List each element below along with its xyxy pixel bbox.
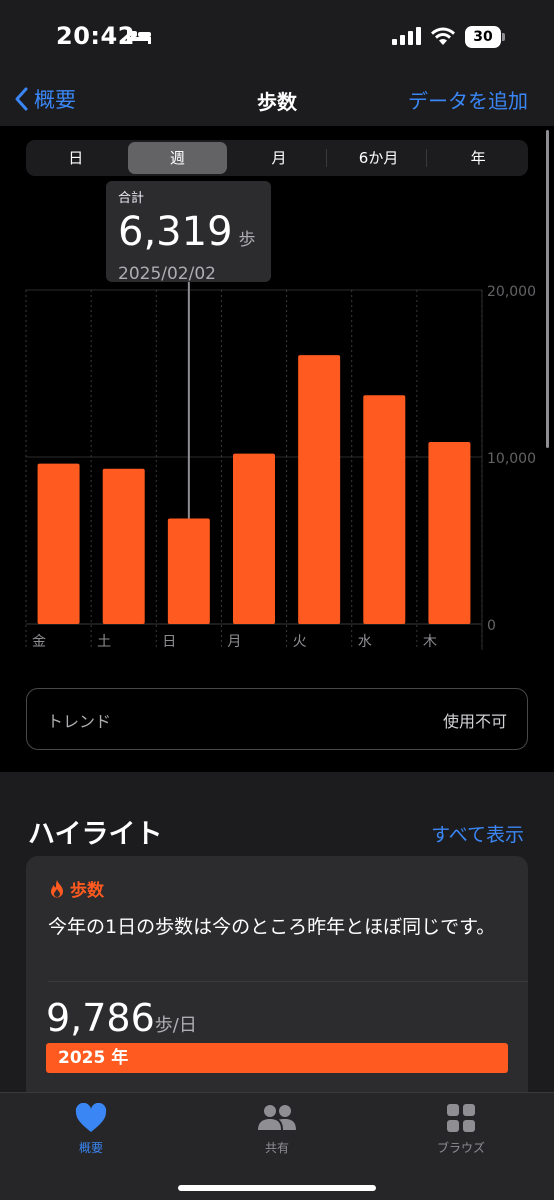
callout-unit: 歩 xyxy=(238,230,256,250)
grid-icon xyxy=(447,1104,475,1132)
segment-6-months[interactable]: 6か月 xyxy=(329,140,429,176)
tab-summary-label: 概要 xyxy=(78,1141,103,1155)
segment-year[interactable]: 年 xyxy=(428,140,528,176)
tab-sharing-label: 共有 xyxy=(264,1141,289,1155)
people-icon xyxy=(258,1105,296,1130)
tab-browse[interactable]: ブラウズ xyxy=(401,1103,521,1156)
add-data-button[interactable]: データを追加 xyxy=(408,85,528,114)
navigation-bar: 概要 歩数 データを追加 xyxy=(0,78,554,126)
card-stat-value: 9,786 xyxy=(46,996,155,1040)
x-tick-label: 火 xyxy=(293,634,307,650)
tab-sharing[interactable]: 共有 xyxy=(217,1103,337,1156)
bar-4 xyxy=(298,355,341,624)
trend-row[interactable]: トレンド 使用不可 xyxy=(26,688,528,750)
card-description: 今年の1日の歩数は今のところ昨年とほぼ同じです。 xyxy=(48,916,496,938)
bar-3 xyxy=(233,453,275,624)
flame-icon xyxy=(51,879,63,897)
year-bar: 2025 年 xyxy=(46,1043,508,1073)
card-stat: 9,786歩/日 xyxy=(46,996,197,1040)
card-divider xyxy=(48,981,528,982)
battery-level: 30 xyxy=(465,26,501,48)
battery-tip xyxy=(502,33,505,41)
card-category-label: 歩数 xyxy=(70,881,104,901)
x-tick-label: 月 xyxy=(227,634,241,650)
x-tick-label: 水 xyxy=(358,634,372,650)
highlight-card[interactable]: 歩数 今年の1日の歩数は今のところ昨年とほぼ同じです。 9,786歩/日 202… xyxy=(26,856,528,1116)
tab-summary[interactable]: 概要 xyxy=(31,1103,151,1156)
callout-label: 合計 xyxy=(118,191,145,206)
period-segmented-control: 日 週 月 6か月 年 xyxy=(26,140,528,176)
home-indicator[interactable] xyxy=(178,1185,376,1191)
card-category: 歩数 xyxy=(48,876,104,901)
segment-month[interactable]: 月 xyxy=(229,140,329,176)
segment-divider xyxy=(426,149,427,167)
x-tick-label: 日 xyxy=(162,634,176,650)
show-all-link[interactable]: すべて表示 xyxy=(431,820,524,847)
status-bar: 20:42 30 xyxy=(0,0,554,78)
bar-5 xyxy=(363,395,406,624)
callout-value-row: 6,319 歩 xyxy=(118,210,259,262)
heart-icon xyxy=(75,1103,107,1132)
selected-day-callout: 合計 6,319 歩 2025/02/02 xyxy=(106,181,271,284)
battery-indicator: 30 xyxy=(465,26,505,48)
callout-date: 2025/02/02 xyxy=(118,264,216,284)
signal-icon xyxy=(392,27,421,45)
trend-label: トレンド xyxy=(47,712,112,731)
highlights-title: ハイライト xyxy=(28,819,163,850)
bar-0 xyxy=(37,463,80,624)
chart-svg: 0 10,000 20,000 金 土 日 月 火 水 木 xyxy=(25,280,536,650)
bar-1 xyxy=(102,468,145,624)
tab-bar: 概要 共有 ブラウズ xyxy=(0,1092,554,1200)
x-tick-label: 金 xyxy=(32,634,46,650)
callout-value: 6,319 xyxy=(118,209,233,255)
y-tick-label: 20,000 xyxy=(487,284,536,300)
status-time: 20:42 xyxy=(56,22,135,50)
bed-icon xyxy=(127,28,151,44)
segment-day[interactable]: 日 xyxy=(26,140,126,176)
tab-browse-label: ブラウズ xyxy=(436,1141,485,1155)
card-stat-unit: 歩/日 xyxy=(154,1015,197,1036)
y-tick-label: 0 xyxy=(487,618,496,634)
y-tick-label: 10,000 xyxy=(487,451,536,467)
segment-week[interactable]: 週 xyxy=(127,142,228,174)
steps-bar-chart[interactable]: 0 10,000 20,000 金 土 日 月 火 水 木 xyxy=(0,280,554,660)
segment-divider xyxy=(326,149,327,167)
x-tick-label: 木 xyxy=(423,634,437,650)
trend-value: 使用不可 xyxy=(442,712,507,731)
wifi-icon xyxy=(431,27,455,45)
x-tick-label: 土 xyxy=(97,634,111,650)
bar-2 xyxy=(167,518,210,624)
bar-6 xyxy=(428,441,471,624)
